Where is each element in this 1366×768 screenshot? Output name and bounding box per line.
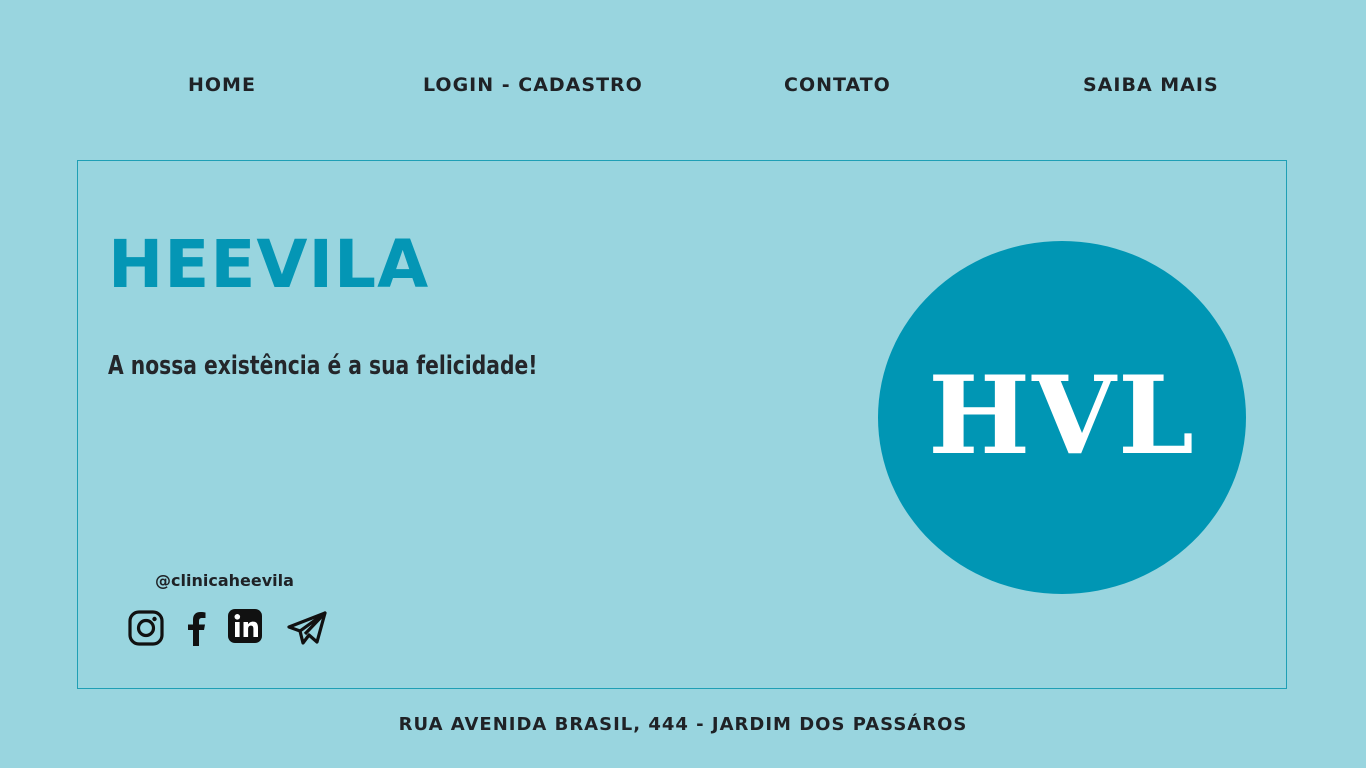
hvl-logo: HVL bbox=[878, 241, 1246, 594]
social-handle: @clinicaheevila bbox=[155, 571, 294, 590]
brand-title: HEEVILA bbox=[108, 226, 430, 303]
footer-address: RUA AVENIDA BRASIL, 444 - JARDIM DOS PAS… bbox=[398, 714, 968, 735]
nav-contato-link[interactable]: CONTATO bbox=[784, 74, 891, 96]
nav-login-cadastro-link[interactable]: LOGIN - CADASTRO bbox=[423, 74, 643, 96]
instagram-icon[interactable] bbox=[127, 608, 165, 648]
facebook-icon[interactable] bbox=[183, 608, 209, 648]
nav-saiba-mais-link[interactable]: SAIBA MAIS bbox=[1083, 74, 1219, 96]
linkedin-icon[interactable] bbox=[227, 608, 265, 648]
nav-home-link[interactable]: HOME bbox=[188, 74, 256, 96]
tagline: A nossa existência é a sua felicidade! bbox=[108, 351, 538, 381]
hvl-logo-text: HVL bbox=[928, 353, 1196, 479]
telegram-icon[interactable] bbox=[285, 608, 329, 648]
